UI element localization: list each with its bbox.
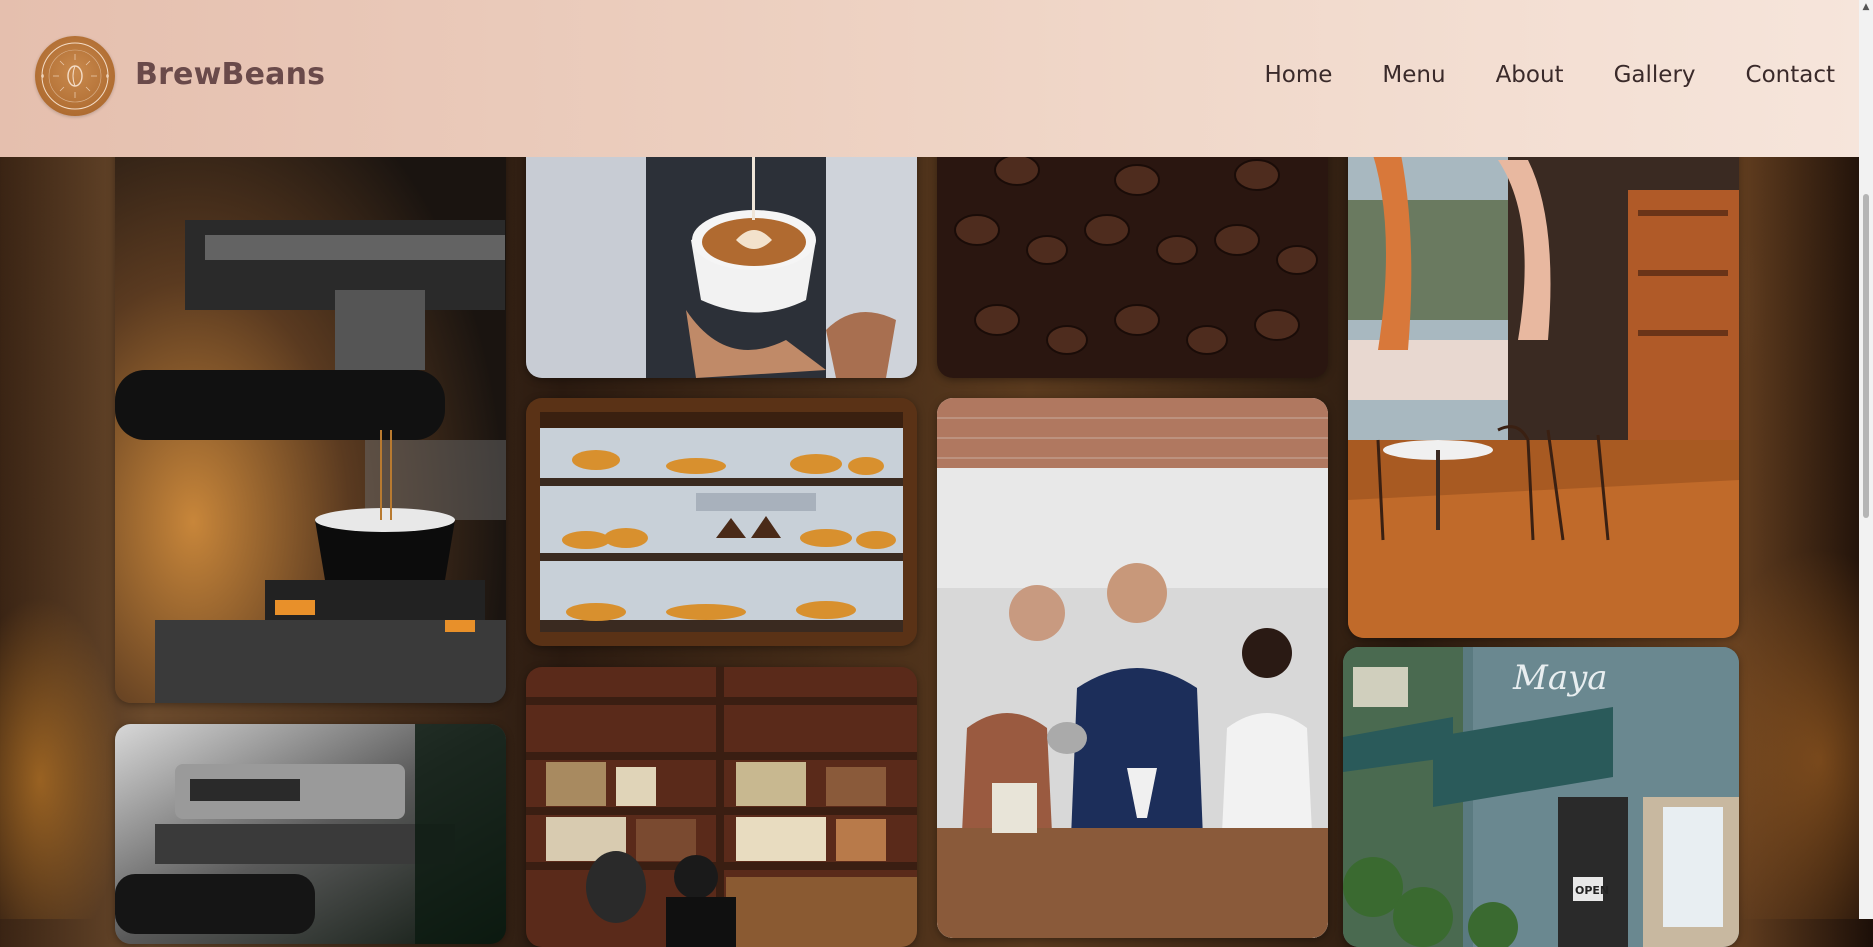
gallery-image-cafe-interior[interactable]	[1348, 100, 1739, 638]
nav-home-link[interactable]: Home	[1265, 62, 1333, 88]
nav-gallery-link[interactable]: Gallery	[1614, 62, 1696, 88]
main-nav: Home Menu About Gallery Contact	[1215, 62, 1836, 88]
storefront-open-sign: OPEN	[1575, 884, 1609, 897]
gallery-image-espresso-group-head[interactable]	[115, 724, 506, 944]
gallery-image-storefront[interactable]: Maya OPEN	[1343, 647, 1739, 947]
coffee-badge-icon[interactable]	[35, 36, 115, 116]
brand-name[interactable]: BrewBeans	[135, 57, 325, 92]
nav-menu-link[interactable]: Menu	[1382, 62, 1445, 88]
site-header: BrewBeans Home Menu About Gallery Contac…	[0, 0, 1859, 157]
scroll-thumb[interactable]	[1863, 194, 1869, 518]
gallery-image-espresso-machine[interactable]	[115, 100, 506, 703]
gallery-image-bookshelf-cafe[interactable]	[526, 667, 917, 947]
scroll-up-arrow-icon[interactable]: ▲	[1859, 0, 1873, 14]
gallery-image-brewing-lesson[interactable]	[937, 398, 1328, 938]
storefront-sign-text: Maya	[1512, 658, 1608, 698]
gallery-image-pastry-display[interactable]	[526, 398, 917, 646]
nav-about-link[interactable]: About	[1496, 62, 1564, 88]
nav-contact-link[interactable]: Contact	[1746, 62, 1835, 88]
vertical-scrollbar[interactable]: ▲	[1859, 0, 1873, 919]
